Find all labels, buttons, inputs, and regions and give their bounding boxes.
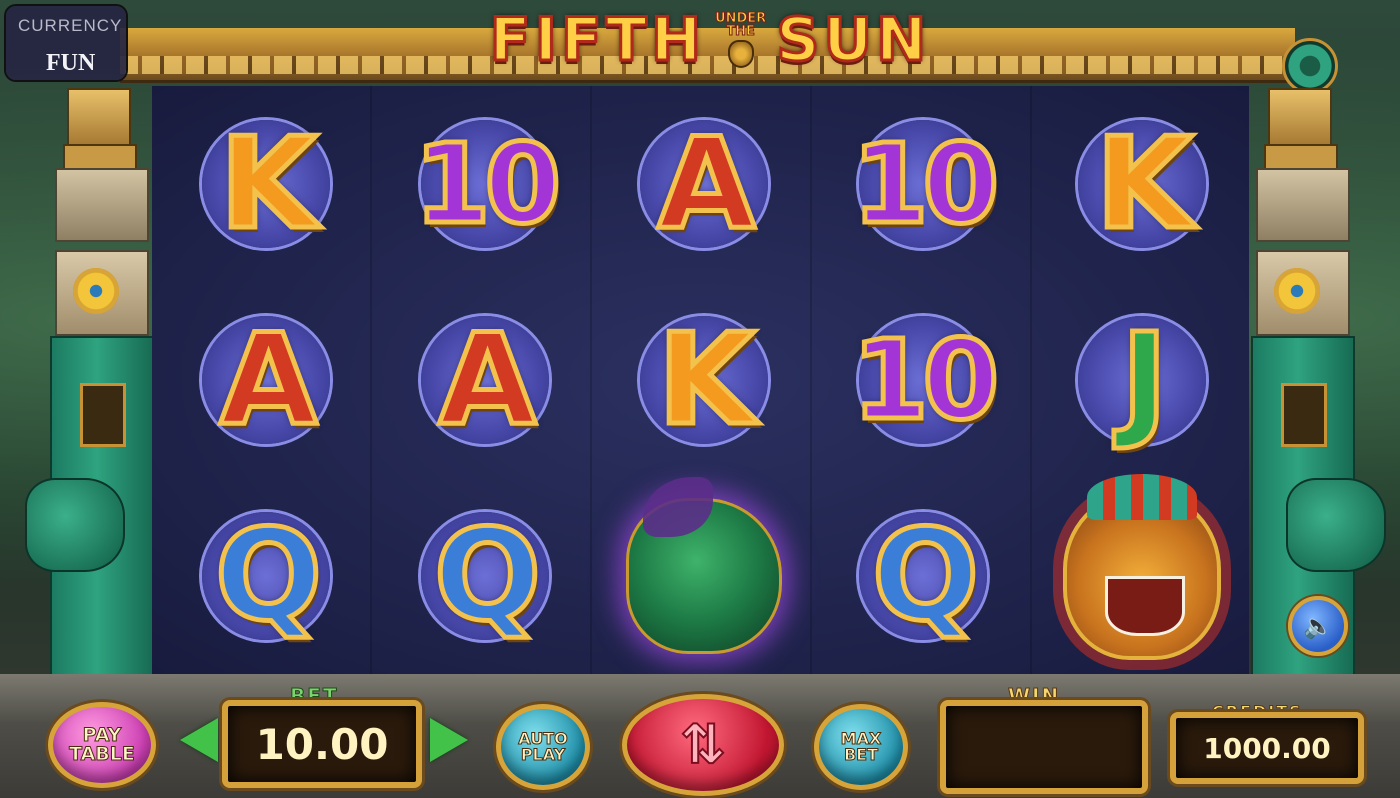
credits-value: 1000.00 — [1203, 731, 1331, 765]
reel-cell: A — [156, 282, 375, 478]
left-pillar — [25, 80, 155, 710]
reel-cell: J — [1032, 282, 1251, 478]
win-display — [940, 700, 1148, 794]
gold-band — [1264, 144, 1338, 170]
currency-indicator[interactable]: CURRENCY FUN — [6, 6, 126, 80]
reel-cell: K — [156, 86, 375, 282]
autoplay-label: AUTO PLAY — [518, 729, 568, 764]
credits-display: 1000.00 — [1170, 712, 1364, 784]
logo-word-the: THE — [726, 24, 756, 39]
serpent-wild-icon — [625, 477, 782, 654]
reel-cell: K — [594, 282, 813, 478]
reel-cell — [1032, 474, 1251, 674]
sun-ornament-icon — [1274, 268, 1320, 314]
reel-cell — [594, 477, 813, 674]
reel-cell: A — [375, 282, 594, 478]
symbol-10: 10 — [411, 120, 563, 248]
symbol-a: A — [436, 306, 538, 453]
serpent-head-icon — [25, 478, 125, 572]
currency-label: CURRENCY — [18, 16, 123, 35]
spin-button[interactable]: ⇅ — [622, 694, 784, 796]
symbol-k: K — [217, 110, 320, 257]
reel-cell: 10 — [813, 86, 1032, 282]
currency-value: FUN — [46, 50, 96, 76]
reel-cell: Q — [375, 478, 594, 674]
arrow-right-icon[interactable] — [430, 718, 468, 762]
gold-band — [63, 144, 137, 170]
stone-face-block — [55, 168, 149, 242]
arrow-left-icon[interactable] — [180, 718, 218, 762]
reel-cell: 10 — [375, 86, 594, 282]
jaguar-warrior-icon — [1062, 474, 1221, 660]
logo-under-the: UNDER THE — [715, 12, 767, 68]
symbol-j: J — [1119, 306, 1171, 453]
spin-arrows-icon: ⇅ — [679, 713, 726, 776]
reel-cell: 10 — [813, 282, 1032, 478]
max-bet-label: MAX BET — [840, 729, 882, 764]
gold-glyph-block — [67, 88, 131, 148]
symbol-q: Q — [212, 502, 324, 649]
paytable-label: PAY TABLE — [69, 724, 136, 765]
symbol-q: Q — [869, 502, 981, 649]
bet-value: 10.00 — [255, 719, 389, 769]
jade-slot — [1281, 383, 1327, 447]
autoplay-button[interactable]: AUTO PLAY — [496, 704, 590, 790]
symbol-a: A — [655, 110, 757, 257]
symbol-k: K — [1093, 110, 1196, 257]
serpent-head-icon — [1286, 478, 1386, 572]
bet-display: 10.00 — [222, 700, 422, 788]
reel-cell: Q — [813, 478, 1032, 674]
symbol-q: Q — [431, 502, 543, 649]
reel-grid: K 10 A 10 K A A K 10 J Q Q Q — [152, 86, 1249, 674]
gold-glyph-block — [1268, 88, 1332, 148]
stone-face-block — [1256, 168, 1350, 242]
max-bet-button[interactable]: MAX BET — [814, 704, 908, 790]
symbol-10: 10 — [849, 120, 1001, 248]
reel-cell: Q — [156, 478, 375, 674]
logo-word-fifth: FIFTH — [488, 4, 706, 77]
jade-slot — [80, 383, 126, 447]
paytable-button[interactable]: PAY TABLE — [48, 702, 156, 788]
symbol-10: 10 — [849, 316, 1001, 444]
reel-cell: A — [594, 86, 813, 282]
speaker-icon[interactable]: 🔈 — [1288, 596, 1348, 656]
reel-cell: K — [1032, 86, 1251, 282]
mask-icon — [727, 40, 754, 68]
sun-ornament-icon — [73, 268, 119, 314]
game-logo: FIFTH UNDER THE SUN — [440, 2, 980, 78]
symbol-k: K — [655, 306, 758, 453]
logo-word-sun: SUN — [775, 4, 931, 77]
symbol-a: A — [217, 306, 319, 453]
